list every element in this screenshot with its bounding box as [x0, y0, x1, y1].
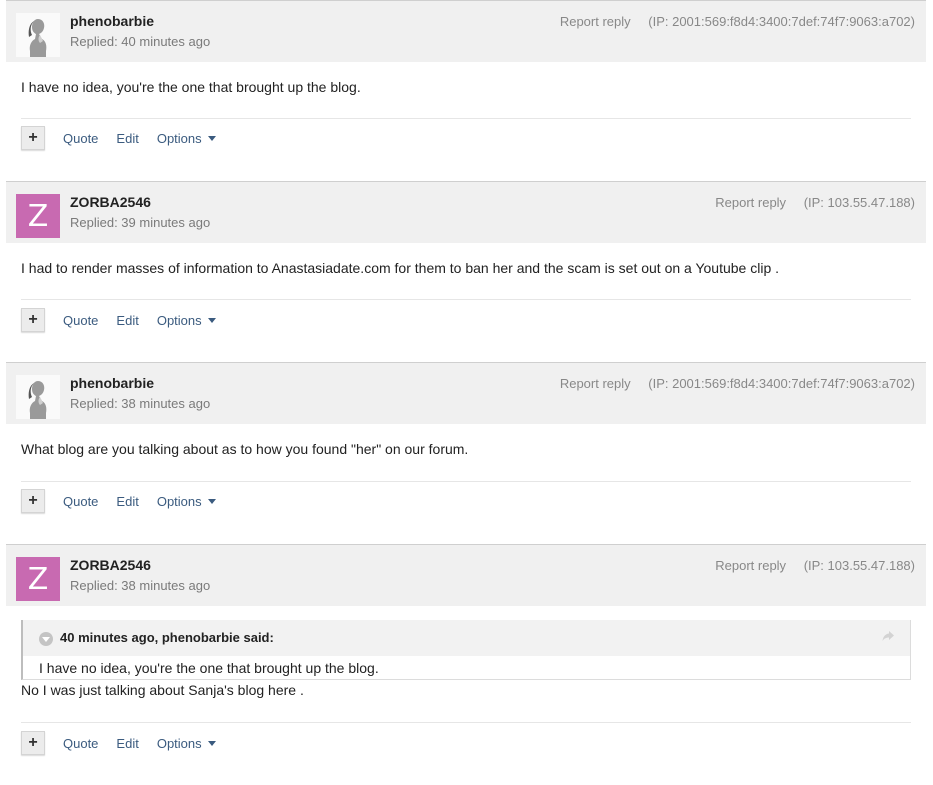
quote-text: I have no idea, you're the one that brou…	[39, 660, 379, 676]
post-actions: + Quote Edit Options	[21, 489, 216, 513]
quote-link[interactable]: Quote	[63, 131, 98, 146]
reply-post: Z ZORBA2546 Replied: 38 minutes ago Repo…	[6, 544, 926, 755]
post-body: I had to render masses of information to…	[21, 260, 780, 276]
quote-link[interactable]: Quote	[63, 736, 98, 751]
post-meta: Report reply (IP: 2001:569:f8d4:3400:7de…	[560, 376, 915, 391]
author-name[interactable]: ZORBA2546	[70, 557, 151, 573]
quote-link[interactable]: Quote	[63, 494, 98, 509]
post-body: No I was just talking about Sanja's blog…	[21, 682, 304, 698]
post-actions: + Quote Edit Options	[21, 731, 216, 755]
options-label: Options	[156, 130, 202, 146]
ip-address: (IP: 103.55.47.188)	[803, 195, 915, 210]
reply-timestamp: Replied: 38 minutes ago	[70, 578, 211, 593]
author-name[interactable]: phenobarbie	[70, 375, 154, 391]
options-dropdown[interactable]: Options	[157, 313, 216, 328]
letter-avatar[interactable]: Z	[16, 194, 60, 238]
multiquote-plus-button[interactable]: +	[21, 489, 45, 513]
collapse-quote-icon[interactable]	[39, 632, 53, 646]
edit-link[interactable]: Edit	[116, 736, 138, 751]
report-reply-link[interactable]: Report reply	[715, 195, 786, 210]
post-header: phenobarbie Replied: 38 minutes ago Repo…	[6, 362, 926, 424]
reply-timestamp: Replied: 38 minutes ago	[70, 396, 211, 411]
post-actions: + Quote Edit Options	[21, 126, 216, 150]
divider	[21, 299, 911, 300]
options-label: Options	[156, 493, 202, 509]
options-dropdown[interactable]: Options	[157, 131, 216, 146]
post-meta: Report reply (IP: 103.55.47.188)	[715, 195, 915, 210]
post-meta: Report reply (IP: 103.55.47.188)	[715, 558, 915, 573]
divider	[21, 118, 911, 119]
reply-post: Z ZORBA2546 Replied: 39 minutes ago Repo…	[6, 181, 926, 332]
report-reply-link[interactable]: Report reply	[560, 376, 631, 391]
ip-address: (IP: 2001:569:f8d4:3400:7def:74f7:9063:a…	[648, 376, 915, 391]
caret-down-icon	[207, 317, 216, 323]
author-name[interactable]: phenobarbie	[70, 13, 154, 29]
ip-address: (IP: 103.55.47.188)	[803, 558, 915, 573]
options-dropdown[interactable]: Options	[157, 736, 216, 751]
letter-avatar[interactable]: Z	[16, 557, 60, 601]
options-label: Options	[156, 735, 202, 751]
user-photo-avatar[interactable]	[16, 13, 60, 57]
report-reply-link[interactable]: Report reply	[715, 558, 786, 573]
post-body: What blog are you talking about as to ho…	[21, 441, 469, 457]
post-header: Z ZORBA2546 Replied: 38 minutes ago Repo…	[6, 544, 926, 606]
options-label: Options	[156, 312, 202, 328]
post-actions: + Quote Edit Options	[21, 308, 216, 332]
divider	[21, 481, 911, 482]
multiquote-plus-button[interactable]: +	[21, 308, 45, 332]
post-header: Z ZORBA2546 Replied: 39 minutes ago Repo…	[6, 181, 926, 243]
post-header: phenobarbie Replied: 40 minutes ago Repo…	[6, 0, 926, 62]
edit-link[interactable]: Edit	[116, 494, 138, 509]
caret-down-icon	[207, 135, 216, 141]
multiquote-plus-button[interactable]: +	[21, 126, 45, 150]
caret-down-icon	[207, 740, 216, 746]
ip-address: (IP: 2001:569:f8d4:3400:7def:74f7:9063:a…	[648, 14, 915, 29]
reply-timestamp: Replied: 39 minutes ago	[70, 215, 211, 230]
edit-link[interactable]: Edit	[116, 313, 138, 328]
divider	[21, 722, 911, 723]
caret-down-icon	[207, 498, 216, 504]
report-reply-link[interactable]: Report reply	[560, 14, 631, 29]
quote-citation: 40 minutes ago, phenobarbie said:	[60, 630, 274, 645]
reply-post: phenobarbie Replied: 38 minutes ago Repo…	[6, 362, 926, 513]
share-arrow-icon[interactable]	[881, 629, 895, 643]
user-photo-avatar[interactable]	[16, 375, 60, 419]
reply-post: phenobarbie Replied: 40 minutes ago Repo…	[6, 0, 926, 150]
reply-timestamp: Replied: 40 minutes ago	[70, 34, 211, 49]
options-dropdown[interactable]: Options	[157, 494, 216, 509]
post-body: I have no idea, you're the one that brou…	[21, 79, 361, 95]
author-name[interactable]: ZORBA2546	[70, 194, 151, 210]
edit-link[interactable]: Edit	[116, 131, 138, 146]
quote-link[interactable]: Quote	[63, 313, 98, 328]
quote-block: 40 minutes ago, phenobarbie said: I have…	[21, 620, 911, 680]
quote-header: 40 minutes ago, phenobarbie said:	[23, 620, 910, 656]
multiquote-plus-button[interactable]: +	[21, 731, 45, 755]
post-meta: Report reply (IP: 2001:569:f8d4:3400:7de…	[560, 14, 915, 29]
